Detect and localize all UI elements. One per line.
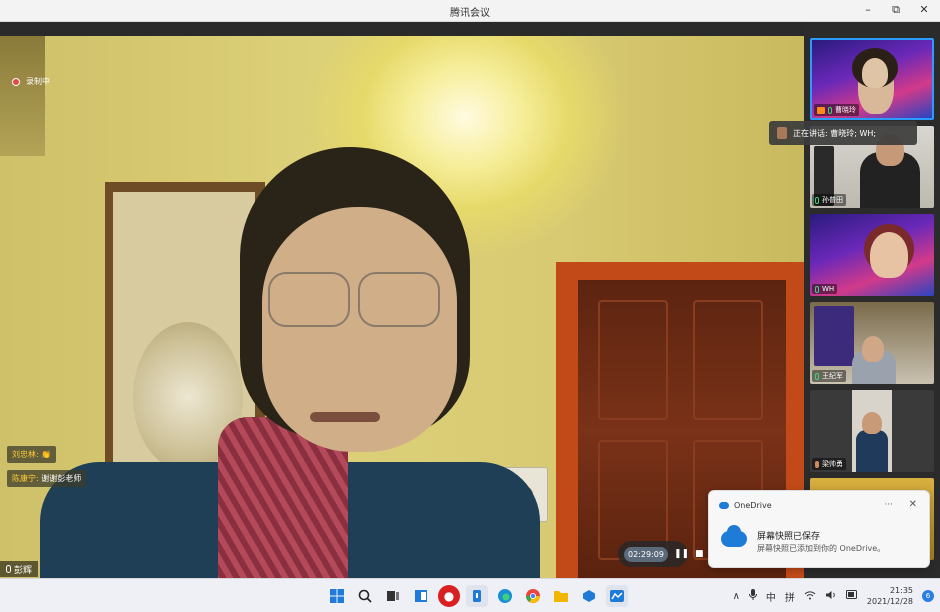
windows-start-icon[interactable] bbox=[326, 585, 348, 607]
wifi-icon[interactable] bbox=[804, 590, 816, 603]
chat-sender: 刘忠林: bbox=[12, 450, 39, 459]
pause-recording-button[interactable]: ❚❚ bbox=[674, 549, 689, 559]
microphone-icon bbox=[6, 565, 11, 573]
tencent-meeting-icon[interactable] bbox=[606, 585, 628, 607]
edge-browser-icon[interactable] bbox=[494, 585, 516, 607]
stop-recording-button[interactable]: ■ bbox=[695, 549, 704, 559]
participant-name: 梁帅勇 bbox=[822, 460, 843, 468]
notification-body: 屏幕快照已添加到你的 OneDrive。 bbox=[757, 544, 886, 553]
voice-recorder-icon[interactable] bbox=[466, 585, 488, 607]
clock-time: 21:35 bbox=[889, 586, 913, 595]
system-tray: ∧ 中 拼 21:35 2021/12/28 6 bbox=[733, 579, 940, 612]
wall-shadow bbox=[0, 36, 45, 156]
microphone-icon bbox=[815, 372, 819, 380]
microphone-icon bbox=[815, 285, 819, 293]
notification-heading: 屏幕快照已保存 bbox=[757, 532, 821, 542]
participant-name: WH bbox=[822, 285, 835, 293]
recording-label: 录制中 bbox=[26, 77, 50, 86]
store-icon[interactable] bbox=[578, 585, 600, 607]
title-bar[interactable]: 腾讯会议 – ⧉ ✕ bbox=[0, 0, 940, 22]
microphone-tray-icon[interactable] bbox=[748, 589, 757, 603]
recording-timer-control: 02:29:09 ❚❚ ■ bbox=[618, 541, 704, 567]
chat-bubble: 陈康宁: 谢谢彭老师 bbox=[7, 470, 87, 487]
task-view-icon[interactable] bbox=[382, 585, 404, 607]
video-top-strip bbox=[0, 22, 804, 36]
participant-name: 王纪军 bbox=[822, 372, 843, 380]
battery-icon[interactable] bbox=[845, 590, 858, 602]
cloud-icon bbox=[721, 525, 747, 547]
speaker-avatar-icon bbox=[777, 127, 787, 139]
tencent-meeting-window: 腾讯会议 – ⧉ ✕ 录制中 刘忠林: 👏 陈康宁: 谢谢彭老师 02:29:0… bbox=[0, 0, 940, 612]
notification-badge[interactable]: 6 bbox=[922, 590, 934, 602]
chrome-browser-icon[interactable] bbox=[522, 585, 544, 607]
speaker-mouth bbox=[310, 412, 380, 422]
search-icon[interactable] bbox=[354, 585, 376, 607]
taskbar-apps: ● bbox=[326, 585, 628, 607]
media-app-icon[interactable]: ● bbox=[438, 585, 460, 607]
participant-name: 曹晓玲 bbox=[835, 106, 856, 114]
main-video[interactable]: 录制中 刘忠林: 👏 陈康宁: 谢谢彭老师 02:29:09 ❚❚ ■ bbox=[0, 22, 804, 578]
user-avatar-icon bbox=[815, 460, 819, 468]
close-button[interactable]: ✕ bbox=[918, 3, 930, 17]
participant-tile[interactable]: 曹晓玲 bbox=[810, 38, 934, 120]
minimize-button[interactable]: – bbox=[862, 3, 874, 17]
microphone-icon bbox=[815, 196, 819, 204]
participant-tile[interactable]: 王纪军 bbox=[810, 302, 934, 384]
participant-name: 孙普田 bbox=[822, 196, 843, 204]
camera-icon bbox=[817, 106, 825, 114]
speaker-glasses bbox=[268, 272, 350, 327]
close-notification-button[interactable]: ✕ bbox=[909, 499, 917, 510]
volume-icon[interactable] bbox=[825, 590, 837, 603]
speaking-indicator: 正在讲话: 曹晓玲; WH; bbox=[769, 121, 917, 145]
restore-button[interactable]: ⧉ bbox=[890, 3, 902, 17]
chat-sender: 陈康宁: bbox=[12, 474, 39, 483]
main-speaker-label: 彭辉 bbox=[0, 561, 39, 577]
clap-emoji: 👏 bbox=[41, 450, 52, 459]
ime-indicator[interactable]: 拼 bbox=[785, 589, 795, 604]
participant-tile[interactable]: 梁帅勇 bbox=[810, 390, 934, 472]
clock[interactable]: 21:35 2021/12/28 bbox=[867, 585, 913, 607]
more-options-button[interactable]: ··· bbox=[884, 500, 893, 510]
recording-timer: 02:29:09 bbox=[624, 546, 668, 562]
onedrive-notification[interactable]: OneDrive ··· ✕ 屏幕快照已保存 屏幕快照已添加到你的 OneDri… bbox=[708, 490, 930, 568]
notification-app-name: OneDrive bbox=[734, 501, 772, 510]
clock-date: 2021/12/28 bbox=[866, 597, 913, 606]
recording-indicator[interactable]: 录制中 bbox=[12, 76, 50, 87]
recording-icon bbox=[12, 77, 20, 86]
windows-taskbar: ● ∧ 中 拼 21:35 2021/12/28 6 bbox=[0, 578, 940, 612]
widgets-icon[interactable] bbox=[410, 585, 432, 607]
speaking-text: 正在讲话: 曹晓玲; WH; bbox=[793, 128, 877, 138]
main-speaker-name: 彭辉 bbox=[14, 565, 33, 576]
speaker-glasses bbox=[358, 272, 440, 327]
microphone-icon bbox=[828, 106, 832, 114]
file-explorer-icon[interactable] bbox=[550, 585, 572, 607]
show-hidden-icons-chevron-icon[interactable]: ∧ bbox=[733, 591, 740, 602]
chat-bubble: 刘忠林: 👏 bbox=[7, 446, 57, 463]
window-title: 腾讯会议 bbox=[450, 8, 490, 19]
language-indicator[interactable]: 中 bbox=[766, 589, 776, 604]
onedrive-icon bbox=[719, 502, 729, 509]
participant-tile[interactable]: WH bbox=[810, 214, 934, 296]
chat-message: 谢谢彭老师 bbox=[41, 474, 82, 483]
